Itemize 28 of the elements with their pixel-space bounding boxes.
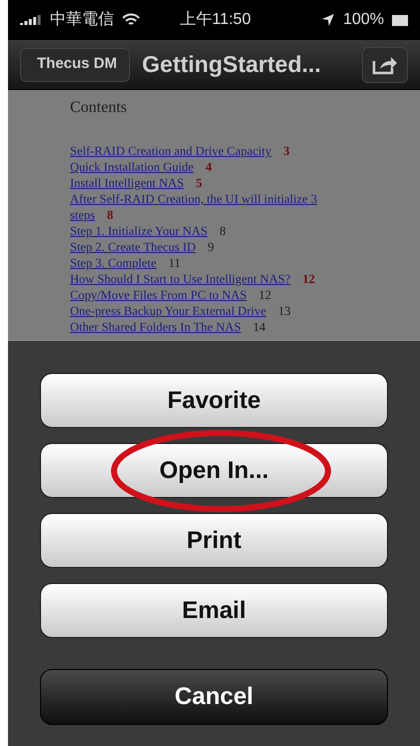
battery-icon [392,14,408,26]
toc-entry[interactable]: How Should I Start to Use Intelligent NAS? 12 [70,271,335,287]
action-button[interactable]: Favorite [40,373,388,428]
signal-bars-icon [20,15,42,25]
share-icon [372,54,398,74]
contents-heading: Contents [70,98,128,117]
toc-entry[interactable]: After Self-RAID Creation, the UI will initialize 3 steps 8 [70,191,335,223]
action-button[interactable]: Print [40,513,388,568]
action-button[interactable]: Open In... [40,443,388,498]
document-title: GettingStarted... [142,50,322,80]
clock-time: 上午11:50 [180,10,252,30]
carrier-name: 中華電信 [50,10,114,30]
toc-entry[interactable]: Quick Installation Guide 4 [70,159,335,175]
toc-entry[interactable]: Copy/Move Files From PC to NAS 12 [70,287,335,303]
wifi-icon [122,13,140,27]
battery-percent: 100% [343,10,384,30]
toc-entry[interactable]: Step 3. Complete 11 [70,255,335,271]
location-arrow-icon [321,13,336,27]
toc-entry[interactable]: Install Intelligent NAS 5 [70,175,335,191]
share-button[interactable] [362,46,408,82]
toc-entry[interactable]: Step 1. Initialize Your NAS 8 [70,223,335,239]
action-button[interactable]: Email [40,583,388,638]
toc-entry[interactable]: One-press Backup Your External Drive 13 [70,303,335,319]
toc-entry[interactable]: Self-RAID Creation and Drive Capacity 3 [70,143,335,159]
toc-entry[interactable]: Other Shared Folders In The NAS 14 [70,319,335,335]
back-button[interactable]: Thecus DM [20,48,130,82]
cancel-button[interactable]: Cancel [40,669,388,725]
toc-entry[interactable]: Step 2. Create Thecus ID 9 [70,239,335,255]
